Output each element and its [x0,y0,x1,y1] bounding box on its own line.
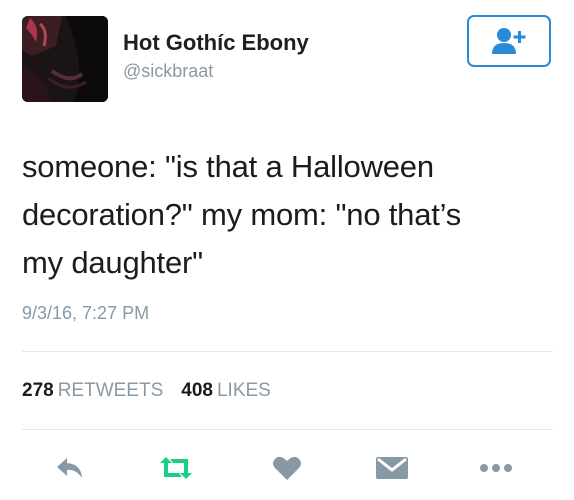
like-icon [273,456,301,480]
follow-button[interactable] [467,15,551,67]
retweet-button[interactable] [156,446,196,490]
reply-button[interactable] [52,446,88,490]
retweets-count: 278 [22,380,54,401]
likes-count: 408 [181,380,213,401]
avatar-photo [22,16,108,102]
retweets-label: RETWEETS [57,380,164,401]
retweets-stat[interactable]: 278 RETWEETS [22,380,163,402]
add-user-icon [492,28,526,54]
reply-icon [57,458,82,478]
display-name[interactable]: Hot Gothíc Ebony [123,30,309,56]
likes-stat[interactable]: 408 LIKES [181,380,271,402]
timestamp[interactable]: 9/3/16, 7:27 PM [22,303,149,324]
tweet-card: Hot Gothíc Ebony @sickbraat someone: "is… [0,0,574,500]
divider [22,351,553,352]
more-icon [480,464,512,472]
tweet-text-line: my daughter" [22,245,203,280]
divider [22,429,553,430]
retweet-icon [160,457,192,479]
tweet-stats: 278 RETWEETS 408 LIKES [22,380,271,402]
avatar[interactable] [22,16,108,102]
direct-message-icon [376,457,408,479]
like-button[interactable] [269,446,305,490]
action-bar [0,446,574,490]
more-button[interactable] [476,446,516,490]
likes-label: LIKES [216,380,271,401]
tweet-text-line: someone: "is that a Halloween [22,149,434,184]
tweet-text-line: decoration?" my mom: "no that’s [22,197,462,232]
tweet-text: someone: "is that a Halloween decoration… [22,143,562,287]
direct-message-button[interactable] [372,446,412,490]
username[interactable]: @sickbraat [123,61,213,82]
